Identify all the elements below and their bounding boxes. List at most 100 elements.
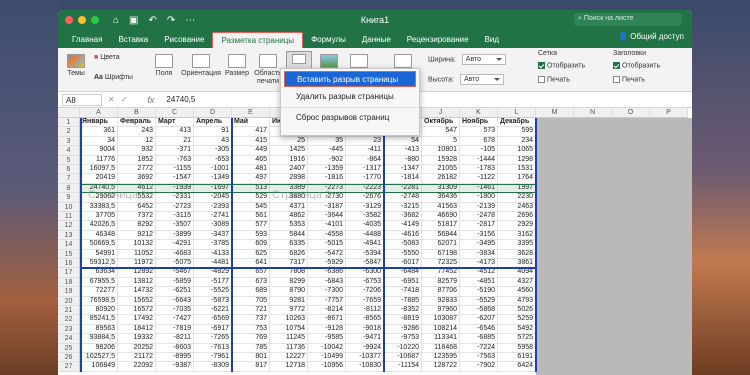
table-cell[interactable]: -864 xyxy=(346,155,384,165)
table-cell[interactable]: -8112 xyxy=(346,306,384,316)
table-cell[interactable]: Май xyxy=(232,118,270,128)
table-cell[interactable]: 561 xyxy=(232,212,270,222)
row-header[interactable]: 25 xyxy=(58,343,80,353)
table-cell[interactable]: -4133 xyxy=(194,249,232,259)
table-cell[interactable]: 11245 xyxy=(270,334,308,344)
table-cell[interactable]: 449 xyxy=(232,146,270,156)
table-cell[interactable]: 1065 xyxy=(498,146,536,156)
table-cell[interactable]: 19332 xyxy=(118,334,156,344)
row-header[interactable]: 26 xyxy=(58,353,80,363)
table-cell[interactable]: -7427 xyxy=(156,315,194,325)
table-cell[interactable]: 417 xyxy=(232,127,270,137)
table-cell[interactable]: 5725 xyxy=(498,334,536,344)
table-cell[interactable]: 5026 xyxy=(498,306,536,316)
table-cell[interactable]: -3495 xyxy=(460,240,498,250)
table-cell[interactable]: 118468 xyxy=(422,343,460,353)
table-cell[interactable]: 82579 xyxy=(422,277,460,288)
gridlines-view-checkbox[interactable] xyxy=(538,62,545,69)
table-cell[interactable]: -6885 xyxy=(460,334,498,344)
table-cell[interactable]: -6546 xyxy=(460,324,498,335)
table-cell[interactable]: -7563 xyxy=(460,353,498,363)
tab-draw[interactable]: Рисование xyxy=(156,32,212,48)
table-cell[interactable]: -1800 xyxy=(460,193,498,203)
table-cell[interactable]: 497 xyxy=(232,174,270,184)
table-cell[interactable]: -3187 xyxy=(308,202,346,212)
table-cell[interactable]: -4616 xyxy=(384,230,422,241)
table-cell[interactable]: 4094 xyxy=(498,268,536,278)
table-cell[interactable]: -4829 xyxy=(194,268,232,278)
table-cell[interactable]: 25 xyxy=(270,136,308,147)
row-header[interactable]: 2 xyxy=(58,127,80,137)
table-cell[interactable]: -2730 xyxy=(308,193,346,203)
table-cell[interactable]: -4291 xyxy=(156,240,194,250)
table-cell[interactable]: -5859 xyxy=(156,277,194,288)
table-cell[interactable]: -7206 xyxy=(346,287,384,297)
table-cell[interactable]: -4851 xyxy=(460,277,498,288)
table-cell[interactable]: 72277 xyxy=(80,287,118,297)
height-select[interactable]: Авто xyxy=(459,74,504,85)
tab-review[interactable]: Рецензирование xyxy=(399,32,477,48)
table-cell[interactable]: 46690 xyxy=(422,212,460,222)
table-cell[interactable]: 2929 xyxy=(498,221,536,231)
table-cell[interactable]: 113341 xyxy=(422,334,460,344)
table-cell[interactable]: -9018 xyxy=(346,324,384,335)
table-cell[interactable]: 737 xyxy=(232,315,270,325)
table-cell[interactable]: 106849 xyxy=(80,362,118,372)
table-cell[interactable]: 801 xyxy=(232,353,270,363)
table-cell[interactable]: 481 xyxy=(232,165,270,175)
table-cell[interactable]: 36436 xyxy=(422,193,460,203)
row-header[interactable]: 23 xyxy=(58,324,80,335)
row-header[interactable]: 12 xyxy=(58,221,80,231)
table-cell[interactable]: -7819 xyxy=(156,324,194,335)
table-cell[interactable]: -10687 xyxy=(384,353,422,363)
table-cell[interactable]: 7372 xyxy=(118,212,156,222)
table-cell[interactable]: -1347 xyxy=(384,165,422,175)
tab-view[interactable]: Вид xyxy=(477,32,507,48)
table-cell[interactable]: 8790 xyxy=(270,287,308,297)
table-cell[interactable]: 12718 xyxy=(270,362,308,372)
table-cell[interactable]: 21055 xyxy=(422,165,460,175)
table-cell[interactable]: -3785 xyxy=(194,240,232,250)
tab-home[interactable]: Главная xyxy=(64,32,110,48)
table-cell[interactable]: -763 xyxy=(156,155,194,165)
fonts-button[interactable]: Aa Шрифты xyxy=(94,74,133,81)
table-cell[interactable]: 62071 xyxy=(422,240,460,250)
table-cell[interactable]: 1852 xyxy=(118,155,156,165)
table-cell[interactable]: 76598,5 xyxy=(80,296,118,306)
table-cell[interactable]: -7659 xyxy=(346,296,384,306)
table-cell[interactable]: -8671 xyxy=(308,315,346,325)
table-cell[interactable]: -371 xyxy=(156,146,194,156)
table-cell[interactable]: 16097,5 xyxy=(80,165,118,175)
table-cell[interactable]: 17492 xyxy=(118,315,156,325)
table-cell[interactable]: 5844 xyxy=(270,230,308,241)
table-cell[interactable]: 12227 xyxy=(270,353,308,363)
table-cell[interactable]: 67955,5 xyxy=(80,277,118,288)
table-cell[interactable]: -9924 xyxy=(346,343,384,353)
table-cell[interactable]: -8211 xyxy=(156,334,194,344)
reset-page-breaks-item[interactable]: Сброс разрывов страниц xyxy=(284,110,416,126)
table-cell[interactable]: -1770 xyxy=(346,174,384,184)
table-cell[interactable]: 87706 xyxy=(422,287,460,297)
table-cell[interactable]: -8995 xyxy=(156,353,194,363)
table-cell[interactable]: -1001 xyxy=(194,165,232,175)
table-cell[interactable]: -4558 xyxy=(308,230,346,241)
table-cell[interactable]: -11154 xyxy=(384,362,422,372)
table-cell[interactable]: -411 xyxy=(346,146,384,156)
column-header[interactable]: N xyxy=(574,108,612,118)
table-cell[interactable]: 1298 xyxy=(498,155,536,165)
table-cell[interactable]: -9585 xyxy=(308,334,346,344)
table-cell[interactable]: 46348 xyxy=(80,230,118,241)
headings-view[interactable]: Отобразить xyxy=(613,62,660,69)
share-button[interactable]: 👤 Общий доступ xyxy=(618,32,684,41)
table-cell[interactable]: 1531 xyxy=(498,165,536,175)
table-cell[interactable]: 23 xyxy=(346,136,384,147)
table-cell[interactable]: 932 xyxy=(118,146,156,156)
table-cell[interactable]: -4101 xyxy=(308,221,346,231)
row-header[interactable]: 14 xyxy=(58,240,80,250)
table-cell[interactable]: 20252 xyxy=(118,343,156,353)
table-cell[interactable]: -10042 xyxy=(308,343,346,353)
table-cell[interactable]: -6643 xyxy=(156,296,194,306)
table-cell[interactable]: -2045 xyxy=(194,193,232,203)
row-header[interactable]: 19 xyxy=(58,287,80,297)
table-cell[interactable]: 56944 xyxy=(422,230,460,241)
